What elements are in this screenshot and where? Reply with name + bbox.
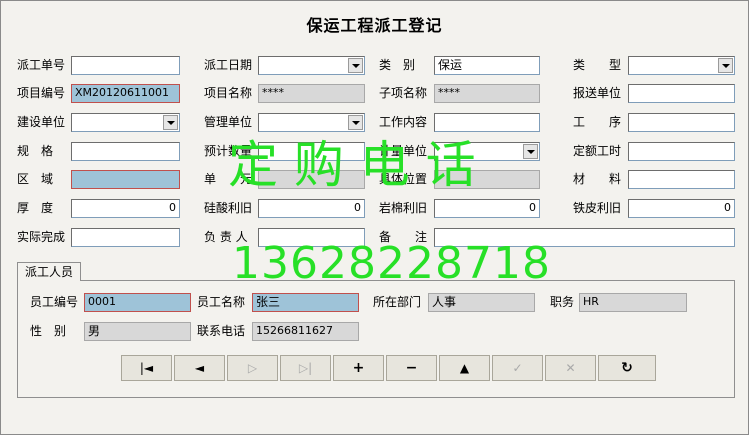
- tab-dispatch-staff[interactable]: 派工人员: [17, 262, 81, 281]
- actual-done-field[interactable]: [71, 228, 180, 247]
- subitem-name-field[interactable]: ****: [434, 84, 540, 103]
- type-select[interactable]: [628, 56, 735, 75]
- process-label: 工 序: [573, 115, 622, 129]
- quota-hours-label: 定额工时: [573, 144, 622, 158]
- dept-label: 所在部门: [373, 295, 422, 309]
- nav-first-button[interactable]: |◄: [121, 355, 172, 381]
- nav-cancel-button[interactable]: ✕: [545, 355, 596, 381]
- rockwool-reuse-field[interactable]: 0: [434, 199, 540, 218]
- process-field[interactable]: [628, 113, 735, 132]
- project-name-label: 项目名称: [204, 86, 253, 100]
- dropdown-arrow-icon[interactable]: [163, 115, 178, 130]
- build-unit-select[interactable]: [71, 113, 180, 132]
- actual-done-label: 实际完成: [17, 230, 66, 244]
- thickness-label: 厚 度: [17, 201, 54, 215]
- silicate-reuse-label: 硅酸利旧: [204, 201, 253, 215]
- category-label: 类 别: [379, 58, 416, 72]
- dropdown-arrow-icon[interactable]: [718, 58, 733, 73]
- nav-next-button[interactable]: ▷: [227, 355, 278, 381]
- nav-refresh-button[interactable]: ↻: [598, 355, 656, 381]
- manage-unit-label: 管理单位: [204, 115, 253, 129]
- nav-prior-button[interactable]: ◄: [174, 355, 225, 381]
- emp-no-field[interactable]: 0001: [84, 293, 191, 312]
- dispatch-no-label: 派工单号: [17, 58, 66, 72]
- material-field[interactable]: [628, 170, 735, 189]
- dispatch-no-field[interactable]: [71, 56, 180, 75]
- spec-label: 规 格: [17, 144, 54, 158]
- category-field[interactable]: 保运: [434, 56, 540, 75]
- gender-label: 性 别: [30, 324, 67, 338]
- manage-unit-select[interactable]: [258, 113, 365, 132]
- nav-delete-button[interactable]: −: [386, 355, 437, 381]
- phone-field[interactable]: 15266811627: [252, 322, 359, 341]
- iron-reuse-field[interactable]: 0: [628, 199, 735, 218]
- thickness-field[interactable]: 0: [71, 199, 180, 218]
- phone-label: 联系电话: [197, 324, 246, 338]
- nav-insert-button[interactable]: +: [333, 355, 384, 381]
- rockwool-reuse-label: 岩棉利旧: [379, 201, 428, 215]
- dropdown-arrow-icon[interactable]: [348, 58, 363, 73]
- area-label: 区 域: [17, 172, 54, 186]
- spec-field[interactable]: [71, 142, 180, 161]
- type-label: 类 型: [573, 58, 622, 72]
- work-content-label: 工作内容: [379, 115, 428, 129]
- project-no-field[interactable]: XM20120611001: [71, 84, 180, 103]
- watermark-line-1: 定 购 电 话: [228, 136, 476, 194]
- dropdown-arrow-icon[interactable]: [523, 144, 538, 159]
- quota-hours-field[interactable]: [628, 142, 735, 161]
- report-unit-field[interactable]: [628, 84, 735, 103]
- emp-name-label: 员工名称: [197, 295, 246, 309]
- project-no-label: 项目编号: [17, 86, 66, 100]
- nav-last-button[interactable]: ▷|: [280, 355, 331, 381]
- dispatch-date-field[interactable]: [258, 56, 365, 75]
- emp-name-field[interactable]: 张三: [252, 293, 359, 312]
- watermark-line-2: 13628228718: [232, 238, 551, 289]
- gender-field[interactable]: 男: [84, 322, 191, 341]
- nav-post-button[interactable]: ✓: [492, 355, 543, 381]
- area-field[interactable]: [71, 170, 180, 189]
- page-title: 保运工程派工登记: [306, 16, 443, 35]
- dept-field[interactable]: 人事: [428, 293, 535, 312]
- work-content-field[interactable]: [434, 113, 540, 132]
- report-unit-label: 报送单位: [573, 86, 622, 100]
- dispatch-date-label: 派工日期: [204, 58, 253, 72]
- position-label: 职务: [550, 295, 575, 309]
- dropdown-arrow-icon[interactable]: [348, 115, 363, 130]
- iron-reuse-label: 铁皮利旧: [573, 201, 622, 215]
- subitem-name-label: 子项名称: [379, 86, 428, 100]
- build-unit-label: 建设单位: [17, 115, 66, 129]
- position-field[interactable]: HR: [579, 293, 687, 312]
- emp-no-label: 员工编号: [30, 295, 79, 309]
- silicate-reuse-field[interactable]: 0: [258, 199, 365, 218]
- material-label: 材 料: [573, 172, 622, 186]
- project-name-field[interactable]: ****: [258, 84, 365, 103]
- nav-edit-button[interactable]: ▲: [439, 355, 490, 381]
